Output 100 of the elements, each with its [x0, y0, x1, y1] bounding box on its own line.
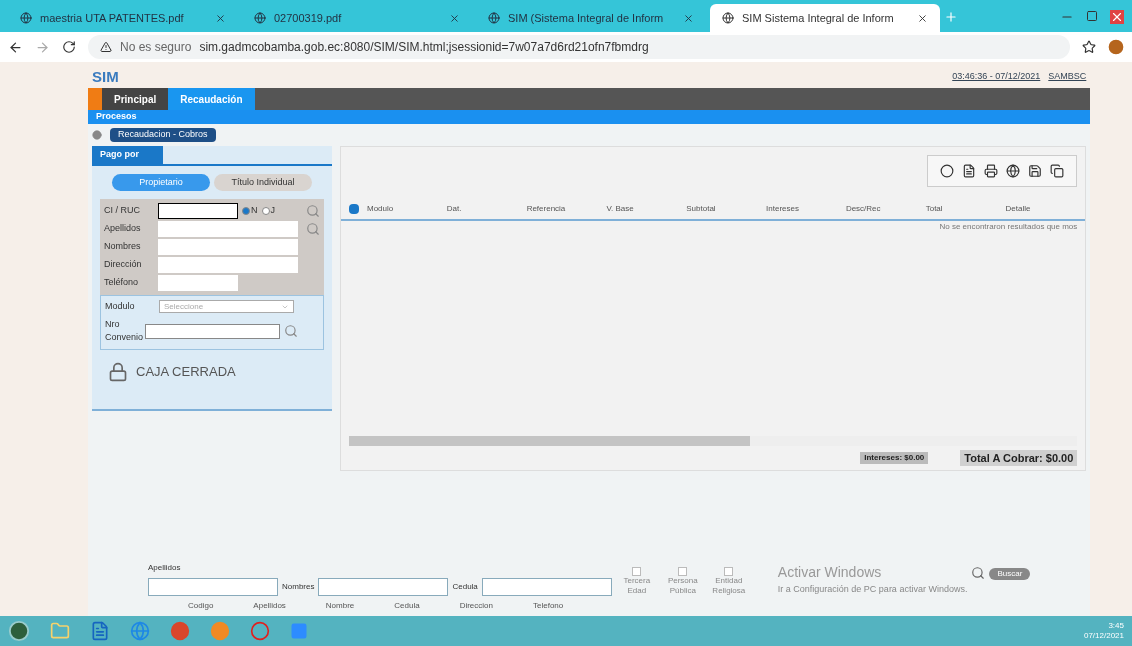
field-label: Apellidos: [148, 562, 182, 574]
module-tab[interactable]: Principal: [102, 88, 169, 110]
ring-icon[interactable]: [250, 621, 270, 641]
warning-icon: [100, 41, 112, 53]
column-header: Apellidos: [253, 600, 286, 612]
favicon-icon: [20, 12, 32, 24]
column-header: Telefono: [533, 600, 564, 612]
star-icon[interactable]: [1082, 40, 1096, 54]
input-field[interactable]: [145, 323, 280, 339]
cash-status: CAJA CERRADA: [136, 362, 236, 381]
square-icon[interactable]: [290, 622, 308, 640]
panel-title: Pago por: [92, 146, 163, 164]
tab-title: SIM (Sistema Integral de Inform: [508, 10, 665, 26]
close-icon[interactable]: [215, 12, 226, 24]
column-header: Codigo: [188, 600, 214, 612]
close-icon[interactable]: [683, 12, 694, 24]
new-tab-icon[interactable]: [944, 10, 958, 24]
search-icon[interactable]: [284, 324, 298, 338]
tab-title: maestria UTA PATENTES.pdf: [40, 10, 185, 26]
menu-toggle[interactable]: [88, 88, 102, 110]
input-field[interactable]: [158, 275, 238, 291]
column-header: Nombre: [325, 600, 355, 612]
column-header: Intereses: [766, 203, 800, 215]
tab-title: 02700319.pdf: [274, 10, 343, 26]
input-field[interactable]: [158, 257, 298, 273]
interest-total: Intereses: $0.00: [860, 451, 929, 464]
column-header: Detalle: [1005, 203, 1032, 215]
radio-label: J: [270, 204, 275, 218]
document-icon[interactable]: [962, 164, 977, 178]
maximize-icon[interactable]: [1086, 10, 1098, 22]
browser-tab[interactable]: SIM Sistema Integral de Inform: [710, 4, 940, 32]
reload-icon[interactable]: [62, 40, 76, 54]
column-header: V. Base: [606, 203, 635, 215]
checkbox[interactable]: [724, 567, 734, 576]
search-icon[interactable]: [306, 222, 320, 236]
breadcrumb: Recaudacion - Cobros: [110, 128, 216, 142]
input-field[interactable]: [158, 221, 298, 237]
session-time: 03:46:36 - 07/12/2021: [952, 70, 1041, 84]
checkbox-label: Tercera Edad: [622, 576, 652, 596]
column-header: Modulo: [367, 203, 395, 215]
favicon-icon: [722, 12, 734, 24]
watermark-title: Activar Windows: [777, 562, 883, 582]
browser-tab[interactable]: SIM (Sistema Integral de Inform: [476, 4, 706, 32]
start-icon[interactable]: [8, 620, 30, 642]
radio-button[interactable]: [242, 207, 250, 215]
search-icon[interactable]: [971, 566, 986, 580]
printer-icon[interactable]: [984, 164, 999, 178]
close-icon[interactable]: [449, 12, 460, 24]
browser-tab[interactable]: 02700319.pdf: [242, 4, 472, 32]
column-header: Desc/Rec: [845, 203, 882, 215]
input-field[interactable]: [318, 578, 449, 596]
field-label: Nombres: [104, 240, 142, 254]
field-label: Dirección: [104, 258, 143, 272]
column-header: Cedula: [394, 600, 420, 612]
favicon-icon: [488, 12, 500, 24]
save-icon[interactable]: [1028, 164, 1043, 178]
field-label: Teléfono: [104, 276, 140, 290]
close-icon[interactable]: [1110, 10, 1124, 24]
column-header: Subtotal: [686, 203, 717, 215]
lock-icon: [108, 361, 128, 382]
forward-icon[interactable]: [35, 39, 50, 55]
back-icon[interactable]: [8, 39, 23, 55]
field-label: CI / RUC: [104, 204, 141, 218]
clock-time: 3:45: [1108, 621, 1124, 631]
address-bar[interactable]: No es seguro sim.gadmcobamba.gob.ec:8080/SIM/SIM.html;jsessionid=7w07a7d6rd21ofn7fbmdrg: [88, 35, 1070, 59]
search-icon[interactable]: [306, 204, 320, 218]
close-icon[interactable]: [917, 12, 928, 24]
copy-icon[interactable]: [1050, 164, 1065, 178]
pay-tab[interactable]: Título Individual: [214, 173, 312, 191]
scrollbar[interactable]: [349, 435, 1078, 446]
app-logo: SIM: [92, 66, 119, 87]
empty-message: No se encontraron resultados que mos: [939, 221, 1078, 233]
field-label: Cedula: [452, 581, 478, 593]
field-label: Nro Convenio: [105, 317, 141, 344]
folder-icon[interactable]: [50, 621, 70, 641]
menu-item[interactable]: Procesos: [96, 110, 137, 124]
user-name: SAMBSC: [1048, 70, 1087, 84]
input-field[interactable]: [158, 203, 238, 219]
checkbox[interactable]: [678, 567, 688, 576]
column-header: Direccion: [459, 600, 493, 612]
field-label: Modulo: [105, 300, 136, 313]
input-field[interactable]: [158, 239, 298, 255]
circle-icon[interactable]: [940, 164, 955, 178]
radio-button[interactable]: [261, 207, 270, 215]
browser-tab[interactable]: maestria UTA PATENTES.pdf: [8, 4, 238, 32]
field-label: Apellidos: [104, 222, 142, 236]
checkbox[interactable]: [349, 204, 359, 214]
favicon-icon: [254, 12, 266, 24]
checkbox[interactable]: [632, 567, 642, 576]
field-label: Nombres: [282, 581, 315, 593]
watermark-text: Ir a Configuración de PC para activar Windows.: [777, 582, 968, 596]
dot-icon: [92, 130, 102, 140]
column-header: Referencia: [526, 203, 567, 215]
avatar-icon[interactable]: [1108, 39, 1124, 55]
input-field[interactable]: [148, 578, 278, 596]
input-field[interactable]: [481, 578, 612, 596]
security-label: No es seguro: [120, 39, 192, 56]
globe-icon[interactable]: [1006, 164, 1021, 178]
search-button[interactable]: Buscar: [989, 568, 1031, 580]
tab-title: SIM Sistema Integral de Inform: [742, 10, 895, 26]
